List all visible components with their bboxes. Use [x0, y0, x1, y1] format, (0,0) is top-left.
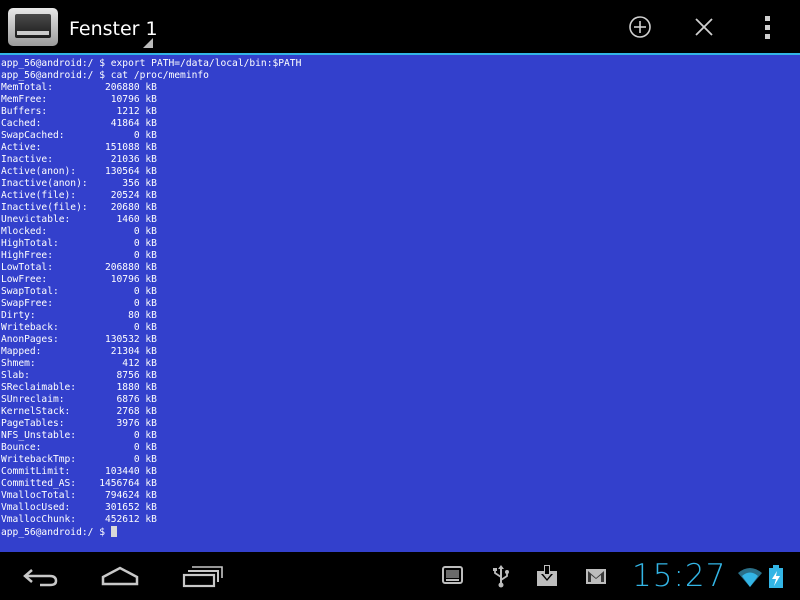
wifi-status[interactable]	[736, 562, 764, 590]
battery-status[interactable]	[766, 562, 786, 590]
terminal-notification-icon	[442, 566, 463, 584]
terminal-line: Mapped: 21304 kB	[1, 346, 157, 357]
terminal-line: Writeback: 0 kB	[1, 322, 157, 333]
terminal-line: Cached: 41864 kB	[1, 118, 157, 129]
home-icon	[101, 566, 139, 586]
terminal-line: VmallocUsed: 301652 kB	[1, 502, 157, 513]
terminal-line: SReclaimable: 1880 kB	[1, 382, 157, 393]
terminal-line: Committed_AS: 1456764 kB	[1, 478, 157, 489]
terminal-line: WritebackTmp: 0 kB	[1, 454, 157, 465]
terminal-notification[interactable]	[440, 562, 466, 590]
status-clock[interactable]: 15:27	[632, 556, 726, 596]
gmail-icon	[586, 569, 606, 584]
terminal-line: app_56@android:/ $ export PATH=/data/loc…	[1, 58, 302, 69]
terminal-output: app_56@android:/ $ export PATH=/data/loc…	[1, 58, 301, 539]
terminal-cursor	[110, 526, 117, 537]
usb-icon	[493, 565, 509, 588]
terminal-line: VmallocChunk: 452612 kB	[1, 514, 157, 525]
terminal-line: HighTotal: 0 kB	[1, 238, 157, 249]
battery-charging-icon	[769, 565, 783, 588]
terminal-lines: app_56@android:/ $ export PATH=/data/loc…	[1, 58, 301, 525]
terminal-line: Active: 151088 kB	[1, 142, 157, 153]
terminal-line: CommitLimit: 103440 kB	[1, 466, 157, 477]
terminal-line: Buffers: 1212 kB	[1, 106, 157, 117]
terminal-view[interactable]: app_56@android:/ $ export PATH=/data/loc…	[0, 55, 800, 552]
recent-apps-icon	[182, 566, 223, 588]
terminal-line: Unevictable: 1460 kB	[1, 214, 157, 225]
add-window-icon	[629, 16, 651, 38]
back-icon	[23, 569, 58, 587]
recent-apps-button[interactable]	[170, 558, 230, 594]
system-bar: 15:27	[0, 552, 800, 600]
terminal-line: Dirty: 80 kB	[1, 310, 157, 321]
terminal-line: SwapFree: 0 kB	[1, 298, 157, 309]
terminal-line: MemTotal: 206880 kB	[1, 82, 157, 93]
add-window-button[interactable]	[620, 8, 660, 46]
terminal-line: Active(anon): 130564 kB	[1, 166, 157, 177]
terminal-line: SUnreclaim: 6876 kB	[1, 394, 157, 405]
action-bar: Fenster 1	[0, 0, 800, 55]
terminal-line: SwapTotal: 0 kB	[1, 286, 157, 297]
terminal-line: Inactive: 21036 kB	[1, 154, 157, 165]
terminal-line: NFS_Unstable: 0 kB	[1, 430, 157, 441]
usb-notification[interactable]	[488, 562, 514, 590]
close-window-button[interactable]	[684, 8, 724, 46]
terminal-line: Inactive(anon): 356 kB	[1, 178, 157, 189]
gmail-notification[interactable]	[583, 562, 609, 590]
terminal-line: LowFree: 10796 kB	[1, 274, 157, 285]
terminal-line: PageTables: 3976 kB	[1, 418, 157, 429]
close-window-icon	[695, 18, 713, 36]
download-notification[interactable]	[534, 562, 560, 590]
overflow-menu-button[interactable]	[748, 8, 788, 46]
wifi-icon	[738, 568, 762, 587]
terminal-line: app_56@android:/ $ cat /proc/meminfo	[1, 70, 209, 81]
terminal-line: Shmem: 412 kB	[1, 358, 157, 369]
terminal-line: Mlocked: 0 kB	[1, 226, 157, 237]
overflow-menu-icon	[765, 16, 770, 39]
back-button[interactable]	[10, 558, 70, 594]
terminal-line: VmallocTotal: 794624 kB	[1, 490, 157, 501]
download-icon	[537, 565, 557, 586]
terminal-line: Inactive(file): 20680 kB	[1, 202, 157, 213]
terminal-line: HighFree: 0 kB	[1, 250, 157, 261]
terminal-line: Slab: 8756 kB	[1, 370, 157, 381]
terminal-line: SwapCached: 0 kB	[1, 130, 157, 141]
home-button[interactable]	[90, 558, 150, 594]
window-spinner-indicator[interactable]	[143, 38, 153, 48]
terminal-line: KernelStack: 2768 kB	[1, 406, 157, 417]
terminal-line: AnonPages: 130532 kB	[1, 334, 157, 345]
terminal-line: LowTotal: 206880 kB	[1, 262, 157, 273]
terminal-line: Active(file): 20524 kB	[1, 190, 157, 201]
terminal-app-icon[interactable]	[8, 8, 58, 46]
terminal-line: Bounce: 0 kB	[1, 442, 157, 453]
terminal-line: MemFree: 10796 kB	[1, 94, 157, 105]
terminal-prompt: app_56@android:/ $	[1, 527, 111, 538]
